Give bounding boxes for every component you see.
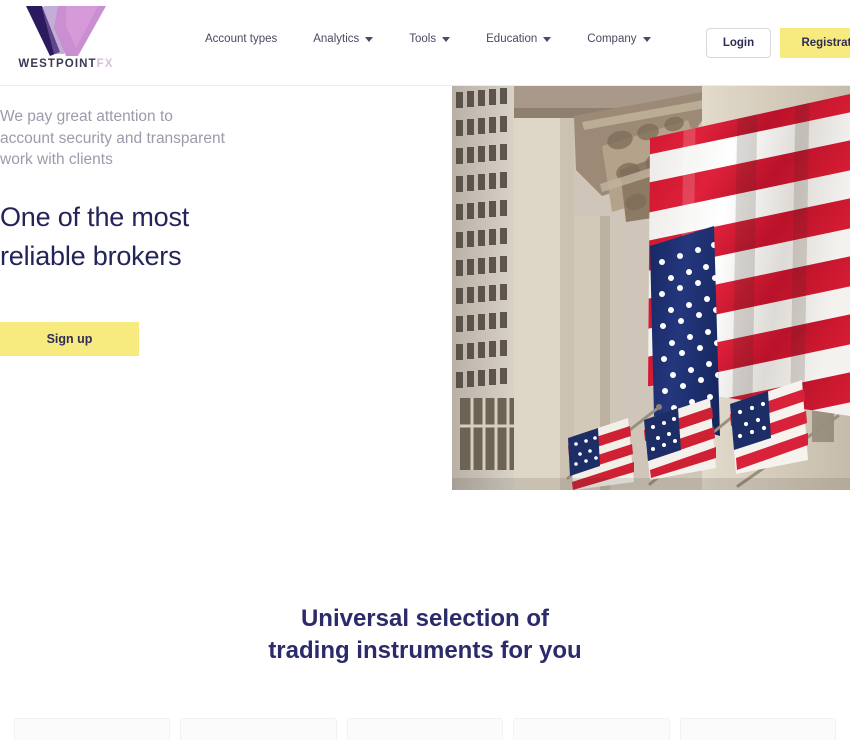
brand-wordmark: WESTPOINTFX: [18, 58, 114, 71]
hero-copy: We pay great attention to account securi…: [0, 106, 440, 356]
login-button[interactable]: Login: [706, 28, 771, 58]
nav-item-company[interactable]: Company: [587, 30, 651, 48]
sign-up-button[interactable]: Sign up: [0, 321, 139, 356]
section-title: Universal selection of trading instrumen…: [0, 603, 850, 667]
chevron-down-icon: [442, 36, 451, 42]
chevron-down-icon: [365, 36, 374, 42]
instrument-card[interactable]: [14, 718, 171, 740]
instrument-card[interactable]: [180, 718, 337, 740]
instrument-card[interactable]: [513, 718, 670, 740]
hero-image: [452, 86, 850, 490]
section-title-line-1: Universal selection of: [300, 605, 550, 632]
brand-word-accent: FX: [96, 58, 114, 70]
main-navigation: Account types Analytics Tools Education …: [205, 30, 651, 48]
instrument-card[interactable]: [346, 718, 504, 740]
registration-button[interactable]: Registration: [780, 28, 850, 58]
nav-item-label: Education: [486, 33, 538, 45]
nav-item-tools[interactable]: Tools: [409, 30, 451, 48]
chevron-down-icon: [642, 36, 651, 42]
hero-section: We pay great attention to account securi…: [0, 86, 850, 490]
nav-item-label: Tools: [409, 33, 437, 45]
nav-item-education[interactable]: Education: [486, 30, 552, 48]
site-header: WESTPOINTFX Account types Analytics Tool…: [0, 0, 850, 86]
nav-item-analytics[interactable]: Analytics: [313, 30, 374, 48]
header-actions: Login Registration: [706, 28, 850, 58]
nav-item-label: Account types: [205, 33, 278, 45]
hero-title: One of the most reliable brokers: [0, 201, 190, 271]
nav-item-account-types[interactable]: Account types: [205, 30, 277, 48]
hero-eyebrow-text: We pay great attention to account securi…: [0, 108, 225, 168]
chevron-down-icon: [543, 36, 552, 42]
brand-word-primary: WESTPOINT: [18, 58, 97, 70]
nav-item-label: Company: [587, 33, 637, 45]
instrument-cards-row: [0, 718, 850, 740]
instruments-section: Universal selection of trading instrumen…: [0, 490, 850, 740]
westpointfx-w-logo-icon: [26, 6, 106, 56]
nyse-flag-photo: [452, 86, 850, 490]
nav-item-label: Analytics: [313, 33, 360, 45]
section-title-line-2: trading instruments for you: [268, 637, 582, 664]
brand-logo[interactable]: WESTPOINTFX: [6, 4, 126, 82]
instrument-card[interactable]: [679, 718, 837, 740]
